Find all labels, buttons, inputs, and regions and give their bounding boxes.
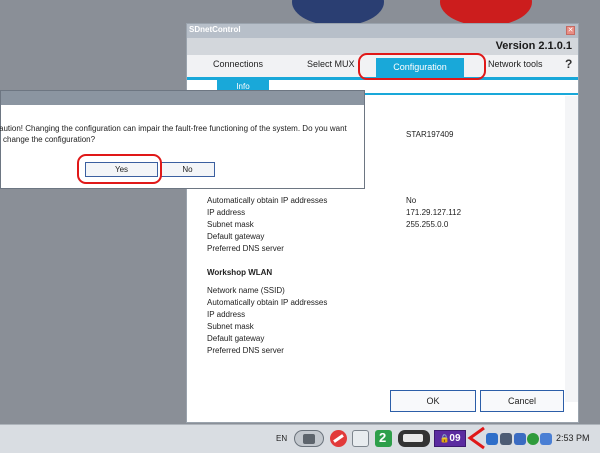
wlan-label-auto-ip: Automatically obtain IP addresses [207,298,328,307]
stop-icon[interactable] [330,430,347,447]
wlan-label-subnet-mask: Subnet mask [207,322,254,331]
wlan-label-dns-server: Preferred DNS server [207,346,284,355]
info-label-subnet-mask: Subnet mask [207,220,254,229]
tab-network-tools[interactable]: Network tools [488,59,543,69]
green-app-icon[interactable]: 2 [375,430,392,447]
window-titlebar: SDnetControl ✕ [187,24,578,38]
quick-launch-group-icon[interactable] [294,430,324,447]
dialog-message: aution! Changing the configuration can i… [0,123,349,145]
wlan-label-ip-address: IP address [207,310,246,319]
yes-button-highlight [77,154,162,184]
dialog-titlebar [1,91,364,105]
red-arrow-annotation-icon [467,426,485,450]
monitor-icon[interactable] [500,433,512,445]
network-icon[interactable] [486,433,498,445]
clock[interactable]: 2:53 PM [556,433,590,443]
tab-connections[interactable]: Connections [213,59,263,69]
window-close-button[interactable]: ✕ [566,26,575,35]
configuration-tab-highlight [358,53,486,80]
device-icon[interactable] [398,430,430,447]
info-label-dns-server: Preferred DNS server [207,244,284,253]
confirmation-dialog: aution! Changing the configuration can i… [0,90,365,189]
info-label-default-gateway: Default gateway [207,232,265,241]
cancel-button[interactable]: Cancel [480,390,564,412]
tray-app-icon[interactable] [514,433,526,445]
dialog-message-line-2: change the configuration? [3,135,96,144]
window-title: SDnetControl [189,25,241,34]
notification-badge[interactable]: 🔒09 [434,430,466,447]
info-label-ip-address: IP address [207,208,246,217]
language-indicator[interactable]: EN [276,434,287,443]
disk-icon[interactable] [352,430,369,447]
section-title-workshop-wlan: Workshop WLAN [207,268,273,277]
lock-icon: 🔒 [439,434,450,443]
help-icon[interactable]: ? [565,57,572,71]
info-label-auto-ip: Automatically obtain IP addresses [207,196,328,205]
info-value-ip-address: 171.29.127.112 [406,208,462,217]
wlan-label-ssid: Network name (SSID) [207,286,285,295]
tab-select-mux[interactable]: Select MUX [307,59,355,69]
info-value-auto-ip: No [406,196,417,205]
info-value-subnet-mask: 255.255.0.0 [406,220,449,229]
dialog-message-line-1: aution! Changing the configuration can i… [0,124,347,133]
security-icon[interactable] [527,433,539,445]
badge-count: 09 [449,433,461,444]
version-label: Version 2.1.0.1 [495,40,572,52]
ok-button[interactable]: OK [390,390,476,412]
no-button[interactable]: No [160,162,215,177]
device-name-value: STAR197409 [406,130,454,139]
volume-icon[interactable] [540,433,552,445]
sdnetcontrol-window: SDnetControl ✕ Version 2.1.0.1 Connectio… [186,23,579,423]
scrollbar[interactable] [565,96,578,402]
taskbar: EN 2 🔒09 2:53 PM [0,424,600,453]
wlan-label-default-gateway: Default gateway [207,334,265,343]
